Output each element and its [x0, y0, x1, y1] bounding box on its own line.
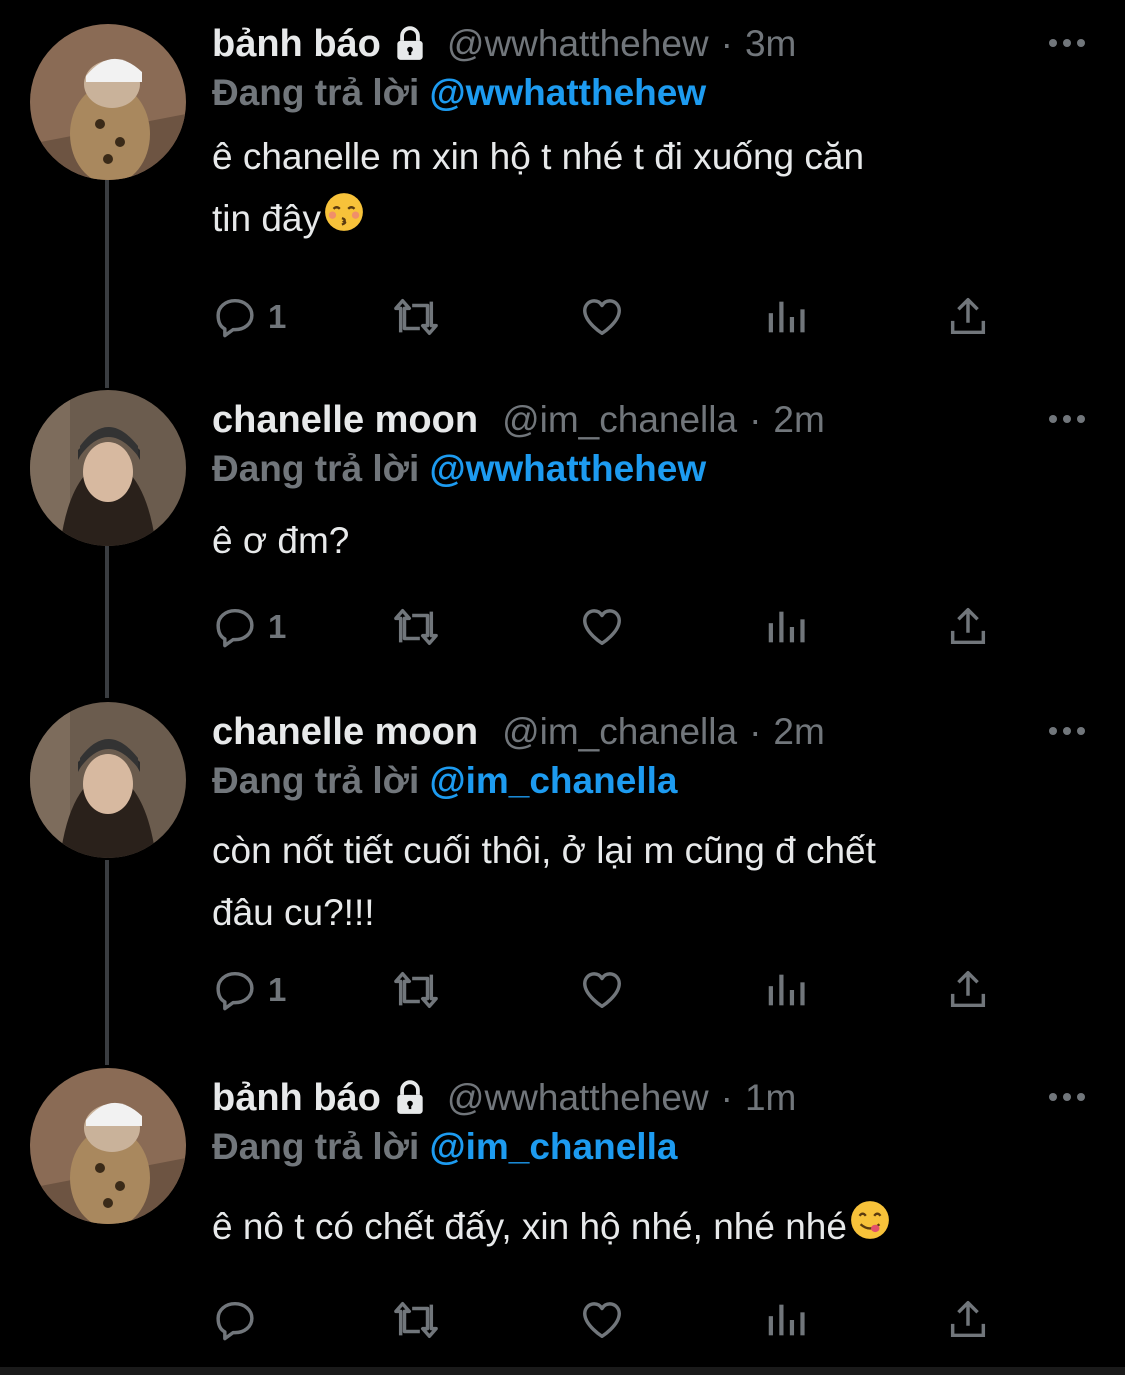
timestamp[interactable]: 2m: [773, 399, 824, 441]
replying-to-line: Đang trả lời @im_chanella: [212, 760, 677, 802]
avatar[interactable]: [30, 390, 186, 546]
retweet-icon: [394, 1301, 438, 1339]
user-handle[interactable]: @im_chanella: [502, 399, 737, 441]
thread-connector: [105, 860, 109, 1065]
analytics-icon: [768, 301, 805, 333]
more-options-icon[interactable]: [1047, 724, 1087, 743]
bottom-divider: [0, 1367, 1125, 1375]
reply-button[interactable]: [212, 1290, 268, 1350]
share-button[interactable]: [945, 960, 991, 1020]
analytics-icon: [768, 1304, 805, 1336]
reply-button[interactable]: 1: [212, 597, 286, 657]
replying-to-line: Đang trả lời @im_chanella: [212, 1126, 677, 1168]
views-button[interactable]: [764, 960, 808, 1020]
retweet-button[interactable]: [390, 597, 442, 657]
heart-icon: [583, 609, 621, 646]
views-button[interactable]: [764, 287, 808, 347]
tweet-text: còn nốt tiết cuối thôi, ở lại m cũng đ c…: [212, 820, 1082, 944]
separator-dot: ·: [720, 1077, 733, 1118]
more-options-icon[interactable]: [1047, 412, 1087, 431]
heart-icon: [583, 299, 621, 336]
savoring-food-emoji-icon: [849, 1198, 891, 1260]
like-button[interactable]: [578, 597, 626, 657]
share-button[interactable]: [945, 1290, 991, 1350]
user-handle[interactable]: @im_chanella: [502, 711, 737, 753]
mention-link[interactable]: @im_chanella: [430, 760, 678, 801]
retweet-icon: [394, 298, 438, 336]
separator-dot: ·: [749, 399, 762, 440]
replying-to-line: Đang trả lời @wwhatthehew: [212, 448, 706, 490]
tweet-text-line: đâu cu?!!!: [212, 892, 375, 933]
tweet-text-line: ê chanelle m xin hộ t nhé t đi xuống căn: [212, 136, 865, 177]
avatar[interactable]: [30, 702, 186, 858]
mention-link[interactable]: @im_chanella: [430, 1126, 678, 1167]
replying-to-label: Đang trả lời: [212, 72, 420, 113]
replying-to-label: Đang trả lời: [212, 760, 420, 801]
mention-link[interactable]: @wwhatthehew: [430, 72, 707, 113]
timestamp[interactable]: 3m: [745, 23, 796, 65]
retweet-button[interactable]: [390, 960, 442, 1020]
share-button[interactable]: [945, 597, 991, 657]
tweet-text: ê chanelle m xin hộ t nhé t đi xuống căn…: [212, 126, 1082, 252]
like-button[interactable]: [578, 287, 626, 347]
retweet-icon: [394, 971, 438, 1009]
timestamp[interactable]: 2m: [773, 711, 824, 753]
display-name[interactable]: bảnh báo: [212, 1077, 381, 1120]
separator-dot: ·: [749, 711, 762, 752]
tweet-text: ê ơ đm?: [212, 510, 1082, 572]
lock-icon: [391, 1079, 429, 1117]
replying-to-label: Đang trả lời: [212, 1126, 420, 1167]
views-button[interactable]: [764, 1290, 808, 1350]
tweet-text-line: tin đây: [212, 188, 1082, 252]
display-name[interactable]: chanelle moon: [212, 399, 478, 442]
replying-to-line: Đang trả lời @wwhatthehew: [212, 72, 706, 114]
reply-button[interactable]: 1: [212, 960, 286, 1020]
tweet-text: ê nô t có chết đấy, xin hộ nhé, nhé nhé: [212, 1196, 1082, 1260]
like-button[interactable]: [578, 1290, 626, 1350]
avatar[interactable]: [30, 1068, 186, 1224]
tweet-text-line: ê nô t có chết đấy, xin hộ nhé, nhé nhé: [212, 1196, 1082, 1260]
user-handle[interactable]: @wwhatthehew: [447, 23, 709, 65]
like-button[interactable]: [578, 960, 626, 1020]
reply-button[interactable]: 1: [212, 287, 286, 347]
share-button[interactable]: [945, 287, 991, 347]
retweet-button[interactable]: [390, 1290, 442, 1350]
tweet-text-line: còn nốt tiết cuối thôi, ở lại m cũng đ c…: [212, 830, 876, 871]
share-icon: [950, 608, 986, 645]
views-button[interactable]: [764, 597, 808, 657]
avatar[interactable]: [30, 24, 186, 180]
retweet-icon: [394, 608, 438, 646]
share-icon: [950, 298, 986, 335]
user-handle[interactable]: @wwhatthehew: [447, 1077, 709, 1119]
display-name[interactable]: chanelle moon: [212, 711, 478, 754]
retweet-button[interactable]: [390, 287, 442, 347]
timestamp[interactable]: 1m: [745, 1077, 796, 1119]
more-options-icon[interactable]: [1047, 36, 1087, 55]
separator-dot: ·: [720, 23, 733, 64]
reply-count: 1: [268, 608, 287, 645]
analytics-icon: [768, 611, 805, 643]
heart-icon: [583, 1302, 621, 1339]
reply-icon: [216, 298, 254, 338]
reply-count: 1: [268, 298, 287, 335]
display-name[interactable]: bảnh báo: [212, 23, 381, 66]
thread-connector: [105, 546, 109, 698]
share-icon: [950, 1301, 986, 1338]
tweet-text-line: ê ơ đm?: [212, 520, 350, 561]
heart-icon: [583, 972, 621, 1009]
lock-icon: [391, 25, 429, 63]
analytics-icon: [768, 974, 805, 1006]
more-options-icon[interactable]: [1047, 1090, 1087, 1109]
reply-icon: [216, 608, 254, 648]
mention-link[interactable]: @wwhatthehew: [430, 448, 707, 489]
share-icon: [950, 971, 986, 1008]
kissing-face-emoji-icon: [323, 190, 365, 252]
thread-connector: [105, 168, 109, 388]
reply-icon: [216, 1301, 254, 1341]
reply-count: 1: [268, 971, 287, 1008]
reply-icon: [216, 971, 254, 1011]
replying-to-label: Đang trả lời: [212, 448, 420, 489]
